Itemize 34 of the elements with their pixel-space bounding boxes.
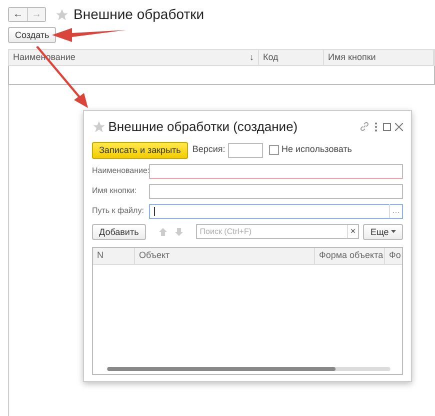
column-header[interactable]: Фо — [385, 248, 402, 264]
save-and-close-button[interactable]: Записать и закрыть — [92, 142, 188, 158]
column-header[interactable]: Форма объекта — [315, 248, 385, 264]
back-button[interactable]: ← — [9, 8, 27, 21]
input-field[interactable] — [149, 184, 403, 198]
close-icon[interactable] — [395, 122, 403, 131]
search-field[interactable]: Поиск (Ctrl+F) × — [196, 224, 359, 239]
field-label: Версия: — [192, 143, 226, 156]
column-label: Имя кнопки — [328, 51, 376, 64]
add-button[interactable]: Добавить — [92, 224, 146, 240]
clear-button[interactable]: × — [347, 224, 358, 238]
window-title: Внешние обработки — [74, 5, 204, 24]
maximize-icon[interactable] — [382, 122, 390, 131]
column-header[interactable]: Объект — [135, 248, 315, 264]
column-header[interactable]: N — [93, 248, 135, 264]
version-field[interactable] — [228, 142, 263, 158]
create-button[interactable]: Создать — [8, 27, 56, 44]
sort-icon[interactable]: ↓ — [250, 51, 254, 64]
more-button[interactable]: Еще — [363, 224, 403, 240]
link-icon[interactable] — [358, 121, 370, 132]
checkbox-label: Не использовать — [282, 143, 352, 156]
field-label: Имя кнопки: — [92, 185, 138, 197]
field-label: Путь к файлу: — [92, 205, 145, 217]
checkbox[interactable] — [269, 145, 280, 155]
input-field[interactable] — [149, 164, 403, 178]
caret-icon — [391, 230, 396, 233]
column-header[interactable]: Код — [259, 50, 324, 66]
more-icon[interactable] — [374, 122, 378, 132]
column-label: Код — [263, 51, 278, 64]
field-label: Наименование: — [92, 165, 149, 177]
favorite-star-icon[interactable] — [55, 8, 69, 22]
favorite-star-icon[interactable] — [92, 120, 106, 134]
dialog-title: Внешние обработки (создание) — [108, 118, 298, 136]
column-header[interactable]: Имя кнопки — [324, 50, 434, 66]
